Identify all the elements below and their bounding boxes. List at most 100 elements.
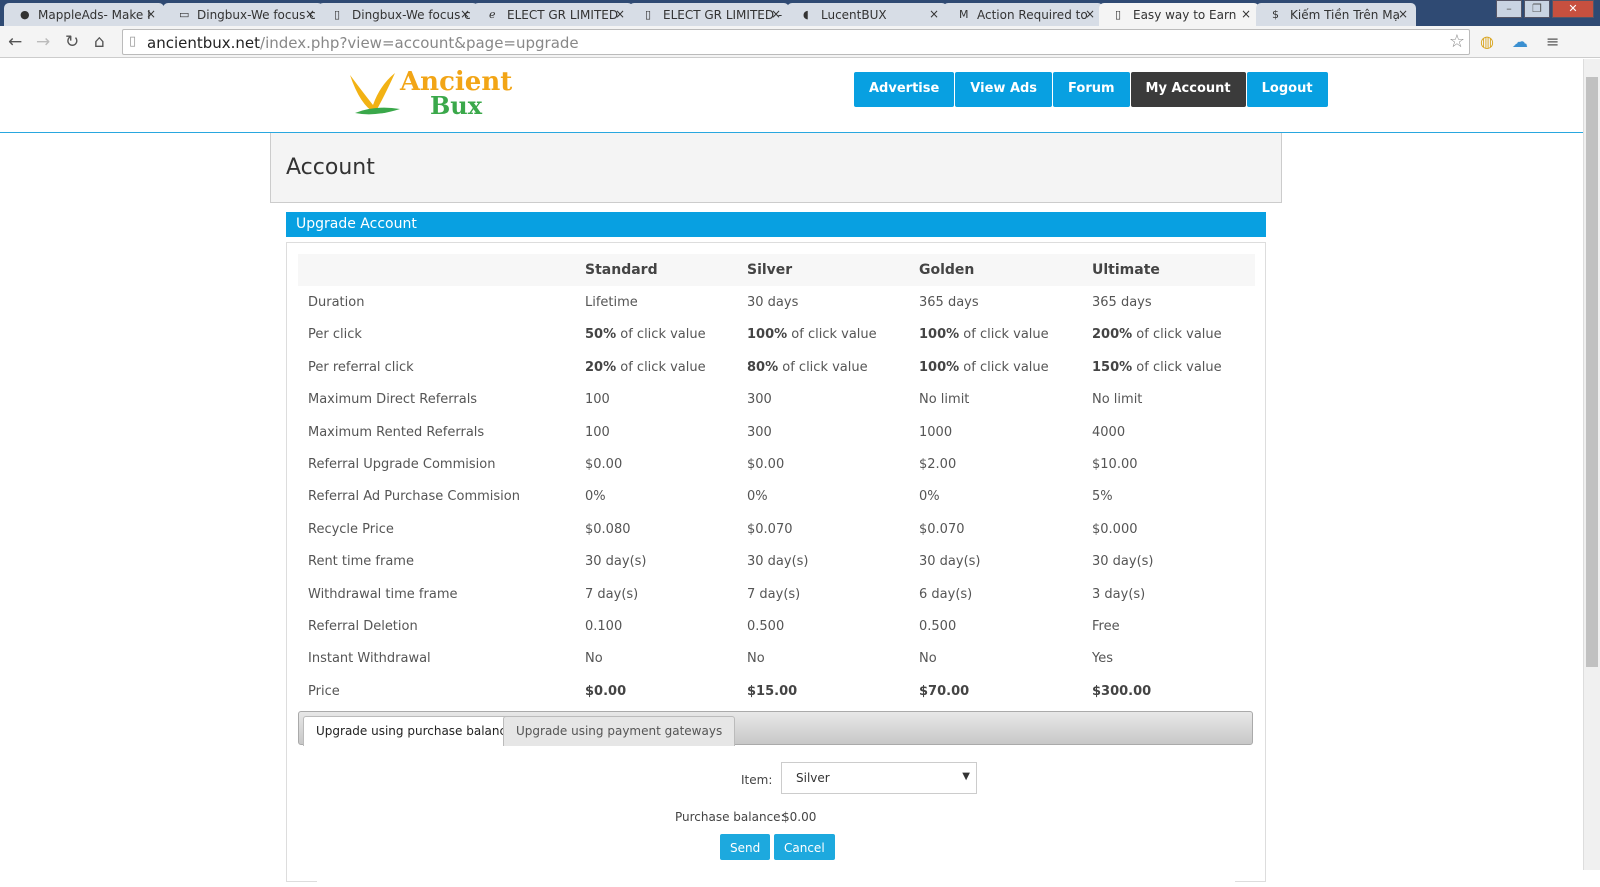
- table-row: Referral Upgrade Commision $0.00 $0.00 $2.0…: [298, 448, 1255, 480]
- table-cell: 150% of click value: [1082, 351, 1255, 383]
- cell-text: 0.100: [585, 618, 623, 634]
- close-tab-icon[interactable]: ×: [1241, 7, 1251, 21]
- table-cell: $0.080: [575, 513, 737, 545]
- cancel-button[interactable]: Cancel: [774, 834, 835, 860]
- cell-text: 0%: [585, 489, 606, 505]
- table-row: Per referral click 20% of click value 80% …: [298, 351, 1255, 383]
- table-cell: $10.00: [1082, 448, 1255, 480]
- table-cell: No limit: [1082, 384, 1255, 416]
- table-cell: 100: [575, 384, 737, 416]
- close-tab-icon[interactable]: ×: [146, 7, 156, 21]
- site-logo[interactable]: Ancient Bux: [345, 65, 515, 123]
- panel-title: Upgrade Account: [286, 212, 1266, 237]
- row-label: Withdrawal time frame: [308, 586, 458, 602]
- cell-emphasis: $15.00: [747, 683, 798, 699]
- tab-payment-gateways[interactable]: Upgrade using payment gateways: [503, 716, 736, 746]
- cell-text: 6 day(s): [919, 586, 973, 602]
- browser-tab[interactable]: ▯ ELECT GR LIMITED - ×: [629, 3, 789, 26]
- send-button[interactable]: Send: [720, 834, 771, 860]
- cell-text: $10.00: [1092, 457, 1138, 473]
- upgrade-panel: Standard Silver Golden Ultimate Duration Lif…: [286, 242, 1266, 887]
- cell-text: Free: [1092, 618, 1120, 634]
- cell-text: 30 days: [747, 295, 799, 311]
- nav-forum[interactable]: Forum: [1053, 72, 1130, 107]
- back-icon[interactable]: ←: [8, 32, 22, 52]
- cell-emphasis: 20%: [585, 359, 617, 375]
- close-tab-icon[interactable]: ×: [1398, 7, 1408, 21]
- maximize-button[interactable]: ❐: [1524, 0, 1550, 18]
- cell-text: 7 day(s): [585, 586, 639, 602]
- table-row: Price $0.00 $15.00 $70.00 $300.00: [298, 675, 1255, 707]
- bookmark-star-icon[interactable]: ☆: [1449, 31, 1465, 52]
- nav-advertise[interactable]: Advertise: [854, 72, 955, 107]
- column-header: [298, 254, 575, 287]
- table-cell: 300: [737, 416, 909, 448]
- table-cell: 30 day(s): [1082, 546, 1255, 578]
- cell-text: No limit: [1092, 392, 1143, 408]
- table-cell: $0.00: [575, 675, 737, 707]
- cell-text: $0.070: [747, 521, 793, 537]
- browser-tab[interactable]: ▯ Easy way to Earn ×: [1099, 3, 1259, 26]
- cell-text: 30 day(s): [585, 554, 647, 570]
- forward-icon[interactable]: →: [36, 32, 50, 52]
- cloud-icon[interactable]: ☁: [1512, 32, 1528, 51]
- table-cell: $0.00: [737, 448, 909, 480]
- row-label: Per referral click: [308, 359, 414, 375]
- table-row: Maximum Direct Referrals 100 300 No limit No…: [298, 384, 1255, 416]
- cell-text: 7 day(s): [747, 586, 801, 602]
- tab-purchase-balance[interactable]: Upgrade using purchase balance: [303, 716, 527, 746]
- browser-tab[interactable]: $ Kiếm Tiền Trên Mạ ×: [1256, 3, 1416, 26]
- cell-emphasis: 80%: [747, 359, 779, 375]
- table-row: Rent time frame 30 day(s) 30 day(s) 30 day(…: [298, 546, 1255, 578]
- nav-logout[interactable]: Logout: [1246, 72, 1328, 107]
- scrollbar-thumb[interactable]: [1586, 77, 1598, 667]
- cell-text: Yes: [1092, 651, 1113, 667]
- row-label: Recycle Price: [308, 521, 394, 537]
- cell-text: 300: [747, 424, 772, 440]
- table-cell: 80% of click value: [737, 351, 909, 383]
- extension-icon[interactable]: ◍: [1480, 32, 1494, 51]
- close-tab-icon[interactable]: ×: [460, 7, 470, 21]
- cell-emphasis: $70.00: [919, 683, 970, 699]
- reload-icon[interactable]: ↻: [65, 32, 79, 52]
- browser-tab[interactable]: ◖ LucentBUX ×: [787, 3, 947, 26]
- cell-emphasis: 150%: [1092, 359, 1133, 375]
- site-header: Ancient Bux Advertise View Ads Forum My …: [0, 59, 1583, 133]
- dollar-icon: $: [1272, 8, 1279, 21]
- cell-text: of click value: [1132, 359, 1222, 375]
- minimize-button[interactable]: –: [1496, 0, 1522, 18]
- browser-tab[interactable]: ℯ ELECT GR LIMITED ×: [473, 3, 633, 26]
- item-select[interactable]: ▼ Silver: [781, 762, 977, 794]
- table-cell: 100% of click value: [909, 319, 1082, 351]
- table-cell: $0.070: [737, 513, 909, 545]
- table-cell: 3 day(s): [1082, 578, 1255, 610]
- browser-tab[interactable]: ● MappleAds- Make I ×: [4, 3, 164, 26]
- home-icon[interactable]: ⌂: [94, 32, 105, 52]
- cell-text: No: [585, 651, 603, 667]
- browser-tab-strip: – ❐ ✕ ● MappleAds- Make I × ▭ Dingbux-We foc…: [0, 0, 1600, 26]
- table-cell: Free: [1082, 610, 1255, 642]
- close-tab-icon[interactable]: ×: [929, 7, 939, 21]
- cell-emphasis: 200%: [1092, 327, 1133, 343]
- page-scrollbar[interactable]: [1583, 59, 1600, 870]
- table-cell: 6 day(s): [909, 578, 1082, 610]
- page-icon: ▯: [1115, 8, 1122, 21]
- close-tab-icon[interactable]: ×: [305, 7, 315, 21]
- menu-icon[interactable]: ≡: [1546, 32, 1559, 51]
- address-bar[interactable]: ▯ ancientbux.net/index.php?view=account&…: [122, 29, 1470, 55]
- browser-tab[interactable]: M Action Required to ×: [943, 3, 1103, 26]
- tab-title: LucentBUX: [821, 8, 887, 22]
- browser-tab[interactable]: ▭ Dingbux-We focus c ×: [163, 3, 323, 26]
- bird-logo-icon: [350, 73, 400, 115]
- url-path: /index.php?view=account&page=upgrade: [260, 34, 579, 52]
- nav-view-ads[interactable]: View Ads: [955, 72, 1053, 107]
- cell-emphasis: $0.00: [585, 683, 627, 699]
- row-label: Instant Withdrawal: [308, 651, 431, 667]
- close-window-button[interactable]: ✕: [1552, 0, 1594, 18]
- nav-my-account[interactable]: My Account: [1130, 72, 1246, 107]
- close-tab-icon[interactable]: ×: [1085, 7, 1095, 21]
- cell-text: 3 day(s): [1092, 586, 1146, 602]
- close-tab-icon[interactable]: ×: [615, 7, 625, 21]
- close-tab-icon[interactable]: ×: [771, 7, 781, 21]
- browser-tab[interactable]: ▯ Dingbux-We focus c ×: [318, 3, 478, 26]
